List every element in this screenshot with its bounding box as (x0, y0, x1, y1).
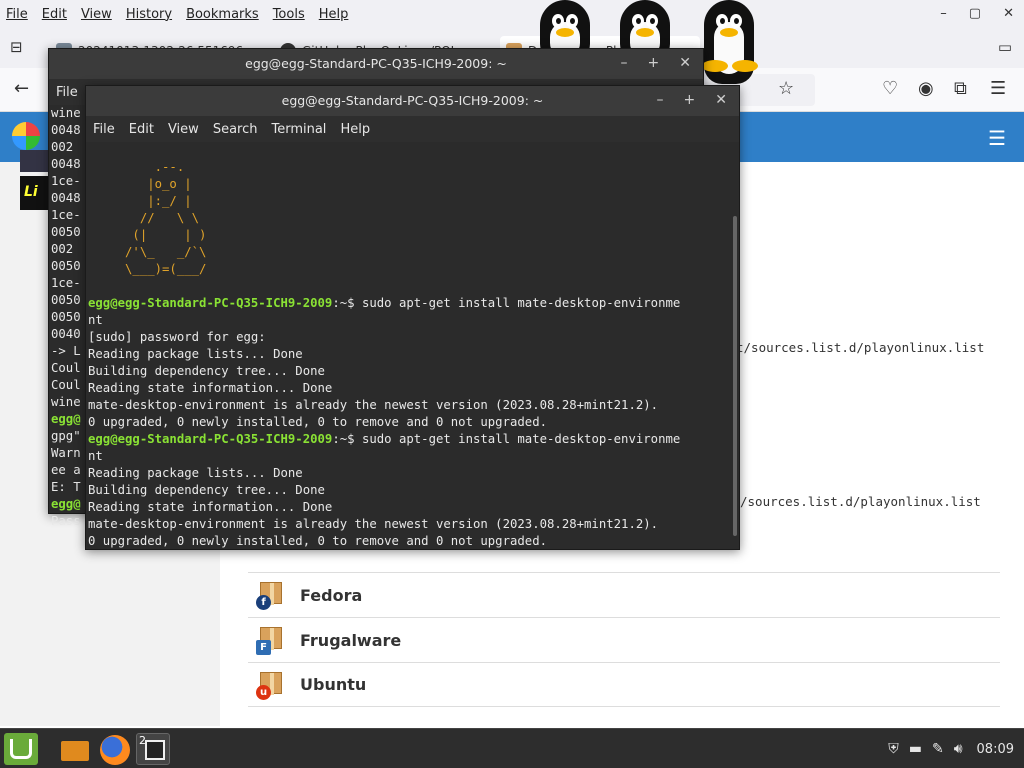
terminal-taskbar-button[interactable]: 2 (136, 733, 170, 765)
terminal-window-front[interactable]: egg@egg-Standard-PC-Q35-ICH9-2009: ~ – +… (85, 85, 740, 550)
close-button[interactable]: ✕ (715, 92, 727, 108)
sudo-prompt: [sudo] password for egg: (88, 330, 266, 344)
menu-view[interactable]: View (81, 7, 112, 22)
maximize-button[interactable]: ▢ (969, 6, 981, 21)
terminal-scrollbar[interactable] (733, 216, 737, 536)
menu-history[interactable]: History (126, 7, 172, 22)
frugalware-package-icon: F (256, 625, 286, 655)
minimize-button[interactable]: – (621, 55, 628, 71)
terminal-menubar: File Edit View Search Terminal Help (86, 116, 739, 142)
firefox-launcher[interactable] (98, 733, 132, 765)
terminal-menu-search[interactable]: Search (213, 122, 258, 137)
terminal-title: egg@egg-Standard-PC-Q35-ICH9-2009: ~ (86, 86, 739, 116)
app-menu-icon[interactable]: ☰ (990, 78, 1006, 100)
shield-icon[interactable]: ⛨ (888, 741, 899, 757)
hamburger-menu-icon[interactable]: ☰ (988, 126, 1006, 150)
penguin-sprite (700, 0, 758, 90)
sources-list-line-2: /sources.list.d/playonlinux.list (740, 494, 981, 509)
ubuntu-package-icon: u (256, 670, 286, 700)
playonlinux-logo[interactable] (12, 122, 40, 150)
pocket-icon[interactable]: ♡ (882, 78, 898, 100)
files-launcher[interactable] (58, 733, 92, 765)
back-arrow-icon[interactable]: ← (14, 78, 29, 100)
account-icon[interactable]: ◉ (918, 78, 934, 100)
terminal-menu-terminal[interactable]: Terminal (271, 122, 326, 137)
terminal-menu-view[interactable]: View (168, 122, 199, 137)
distro-name[interactable]: Frugalware (300, 631, 401, 650)
distro-row-ubuntu[interactable]: u Ubuntu (248, 662, 1000, 707)
prompt-user: egg@egg-Standard-PC-Q35-ICH9-2009 (88, 432, 333, 446)
terminal-menu-edit[interactable]: Edit (129, 122, 154, 137)
clock[interactable]: 08:09 (977, 742, 1014, 757)
sources-list-line-1: t/sources.list.d/playonlinux.list (736, 340, 985, 355)
taskbar: 2 ⛨ ▬ ✎ 🔊︎ 08:09 (0, 728, 1024, 768)
terminal-menu-help[interactable]: Help (340, 122, 370, 137)
folder-icon (61, 741, 89, 761)
fedora-package-icon: f (256, 580, 286, 610)
maximize-button[interactable]: + (684, 92, 696, 108)
keyboard-icon[interactable]: ▬ (909, 741, 922, 757)
maximize-button[interactable]: + (648, 55, 660, 71)
extensions-icon[interactable]: ⧉ (954, 78, 967, 100)
minimize-button[interactable]: – (657, 92, 664, 108)
volume-icon[interactable]: 🔊︎ (954, 741, 963, 757)
distro-row-fedora[interactable]: f Fedora (248, 572, 1000, 617)
prompt-user: egg@egg-Standard-PC-Q35-ICH9-2009 (88, 296, 333, 310)
pen-icon[interactable]: ✎ (932, 741, 944, 757)
distro-name[interactable]: Fedora (300, 586, 362, 605)
firefox-icon (100, 735, 130, 765)
menu-file[interactable]: File (6, 7, 28, 22)
menu-help[interactable]: Help (319, 7, 349, 22)
distro-name[interactable]: Ubuntu (300, 675, 366, 694)
distro-row-frugalware[interactable]: F Frugalware (248, 617, 1000, 662)
terminal-title: egg@egg-Standard-PC-Q35-ICH9-2009: ~ (49, 49, 703, 79)
menu-bookmarks[interactable]: Bookmarks (186, 7, 259, 22)
tux-ascii-art: .--. |o_o | |:_/ | // \ \ (| | ) /'\_ _/… (88, 160, 207, 276)
terminal-menu-file[interactable]: File (93, 122, 115, 137)
terminal-window-controls: – + ✕ (657, 92, 727, 108)
list-tabs-icon[interactable]: ▭ (998, 36, 1012, 58)
firefox-view-icon[interactable]: ⊟ (10, 36, 23, 58)
terminal-output: .--. |o_o | |:_/ | // \ \ (| | ) /'\_ _/… (88, 142, 728, 548)
distro-list: f Fedora F Frugalware u Ubuntu (248, 572, 1000, 707)
system-tray: ⛨ ▬ ✎ 🔊︎ 08:09 (888, 729, 1014, 768)
terminal-menu-file[interactable]: File (56, 85, 78, 100)
close-button[interactable]: ✕ (1003, 6, 1014, 21)
menu-edit[interactable]: Edit (42, 7, 67, 22)
mint-menu-button[interactable] (4, 733, 38, 765)
mint-logo-icon (10, 739, 32, 759)
command-line: sudo apt-get install mate-desktop-enviro… (361, 432, 681, 446)
terminal-window-controls: – + ✕ (621, 55, 691, 71)
firefox-window-controls: – ▢ ✕ (940, 6, 1014, 21)
firefox-menubar: File Edit View History Bookmarks Tools H… (0, 0, 1024, 28)
terminal-icon (145, 740, 165, 760)
menu-tools[interactable]: Tools (273, 7, 305, 22)
bookmark-star-icon[interactable]: ☆ (778, 78, 794, 100)
command-line: sudo apt-get install mate-desktop-enviro… (361, 296, 681, 310)
close-button[interactable]: ✕ (679, 55, 691, 71)
minimize-button[interactable]: – (940, 6, 947, 21)
